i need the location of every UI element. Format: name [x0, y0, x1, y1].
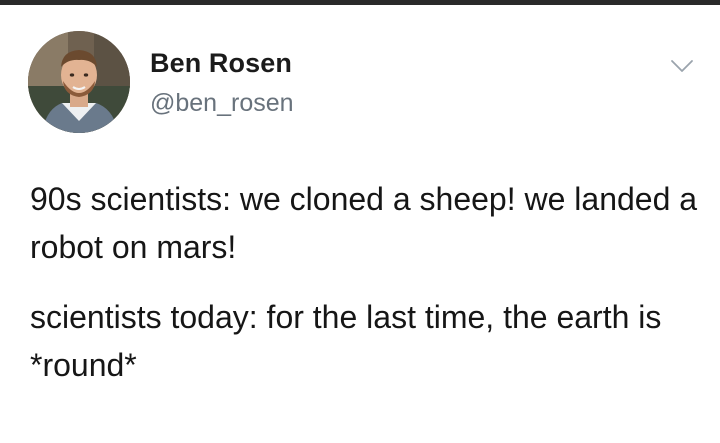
author-handle[interactable]: @ben_rosen: [150, 89, 294, 118]
profile-avatar[interactable]: [28, 31, 130, 133]
author-display-name[interactable]: Ben Rosen: [150, 48, 292, 79]
avatar-photo-icon: [28, 31, 130, 133]
tweet-card[interactable]: Ben Rosen @ben_rosen 90s scientists: we …: [0, 5, 720, 443]
tweet-paragraph: scientists today: for the last time, the…: [30, 299, 662, 383]
chevron-down-icon: [671, 60, 693, 72]
tweet-paragraph: 90s scientists: we cloned a sheep! we la…: [30, 181, 698, 265]
tweet-text: 90s scientists: we cloned a sheep! we la…: [30, 175, 700, 389]
tweet-menu-button[interactable]: [670, 57, 694, 75]
